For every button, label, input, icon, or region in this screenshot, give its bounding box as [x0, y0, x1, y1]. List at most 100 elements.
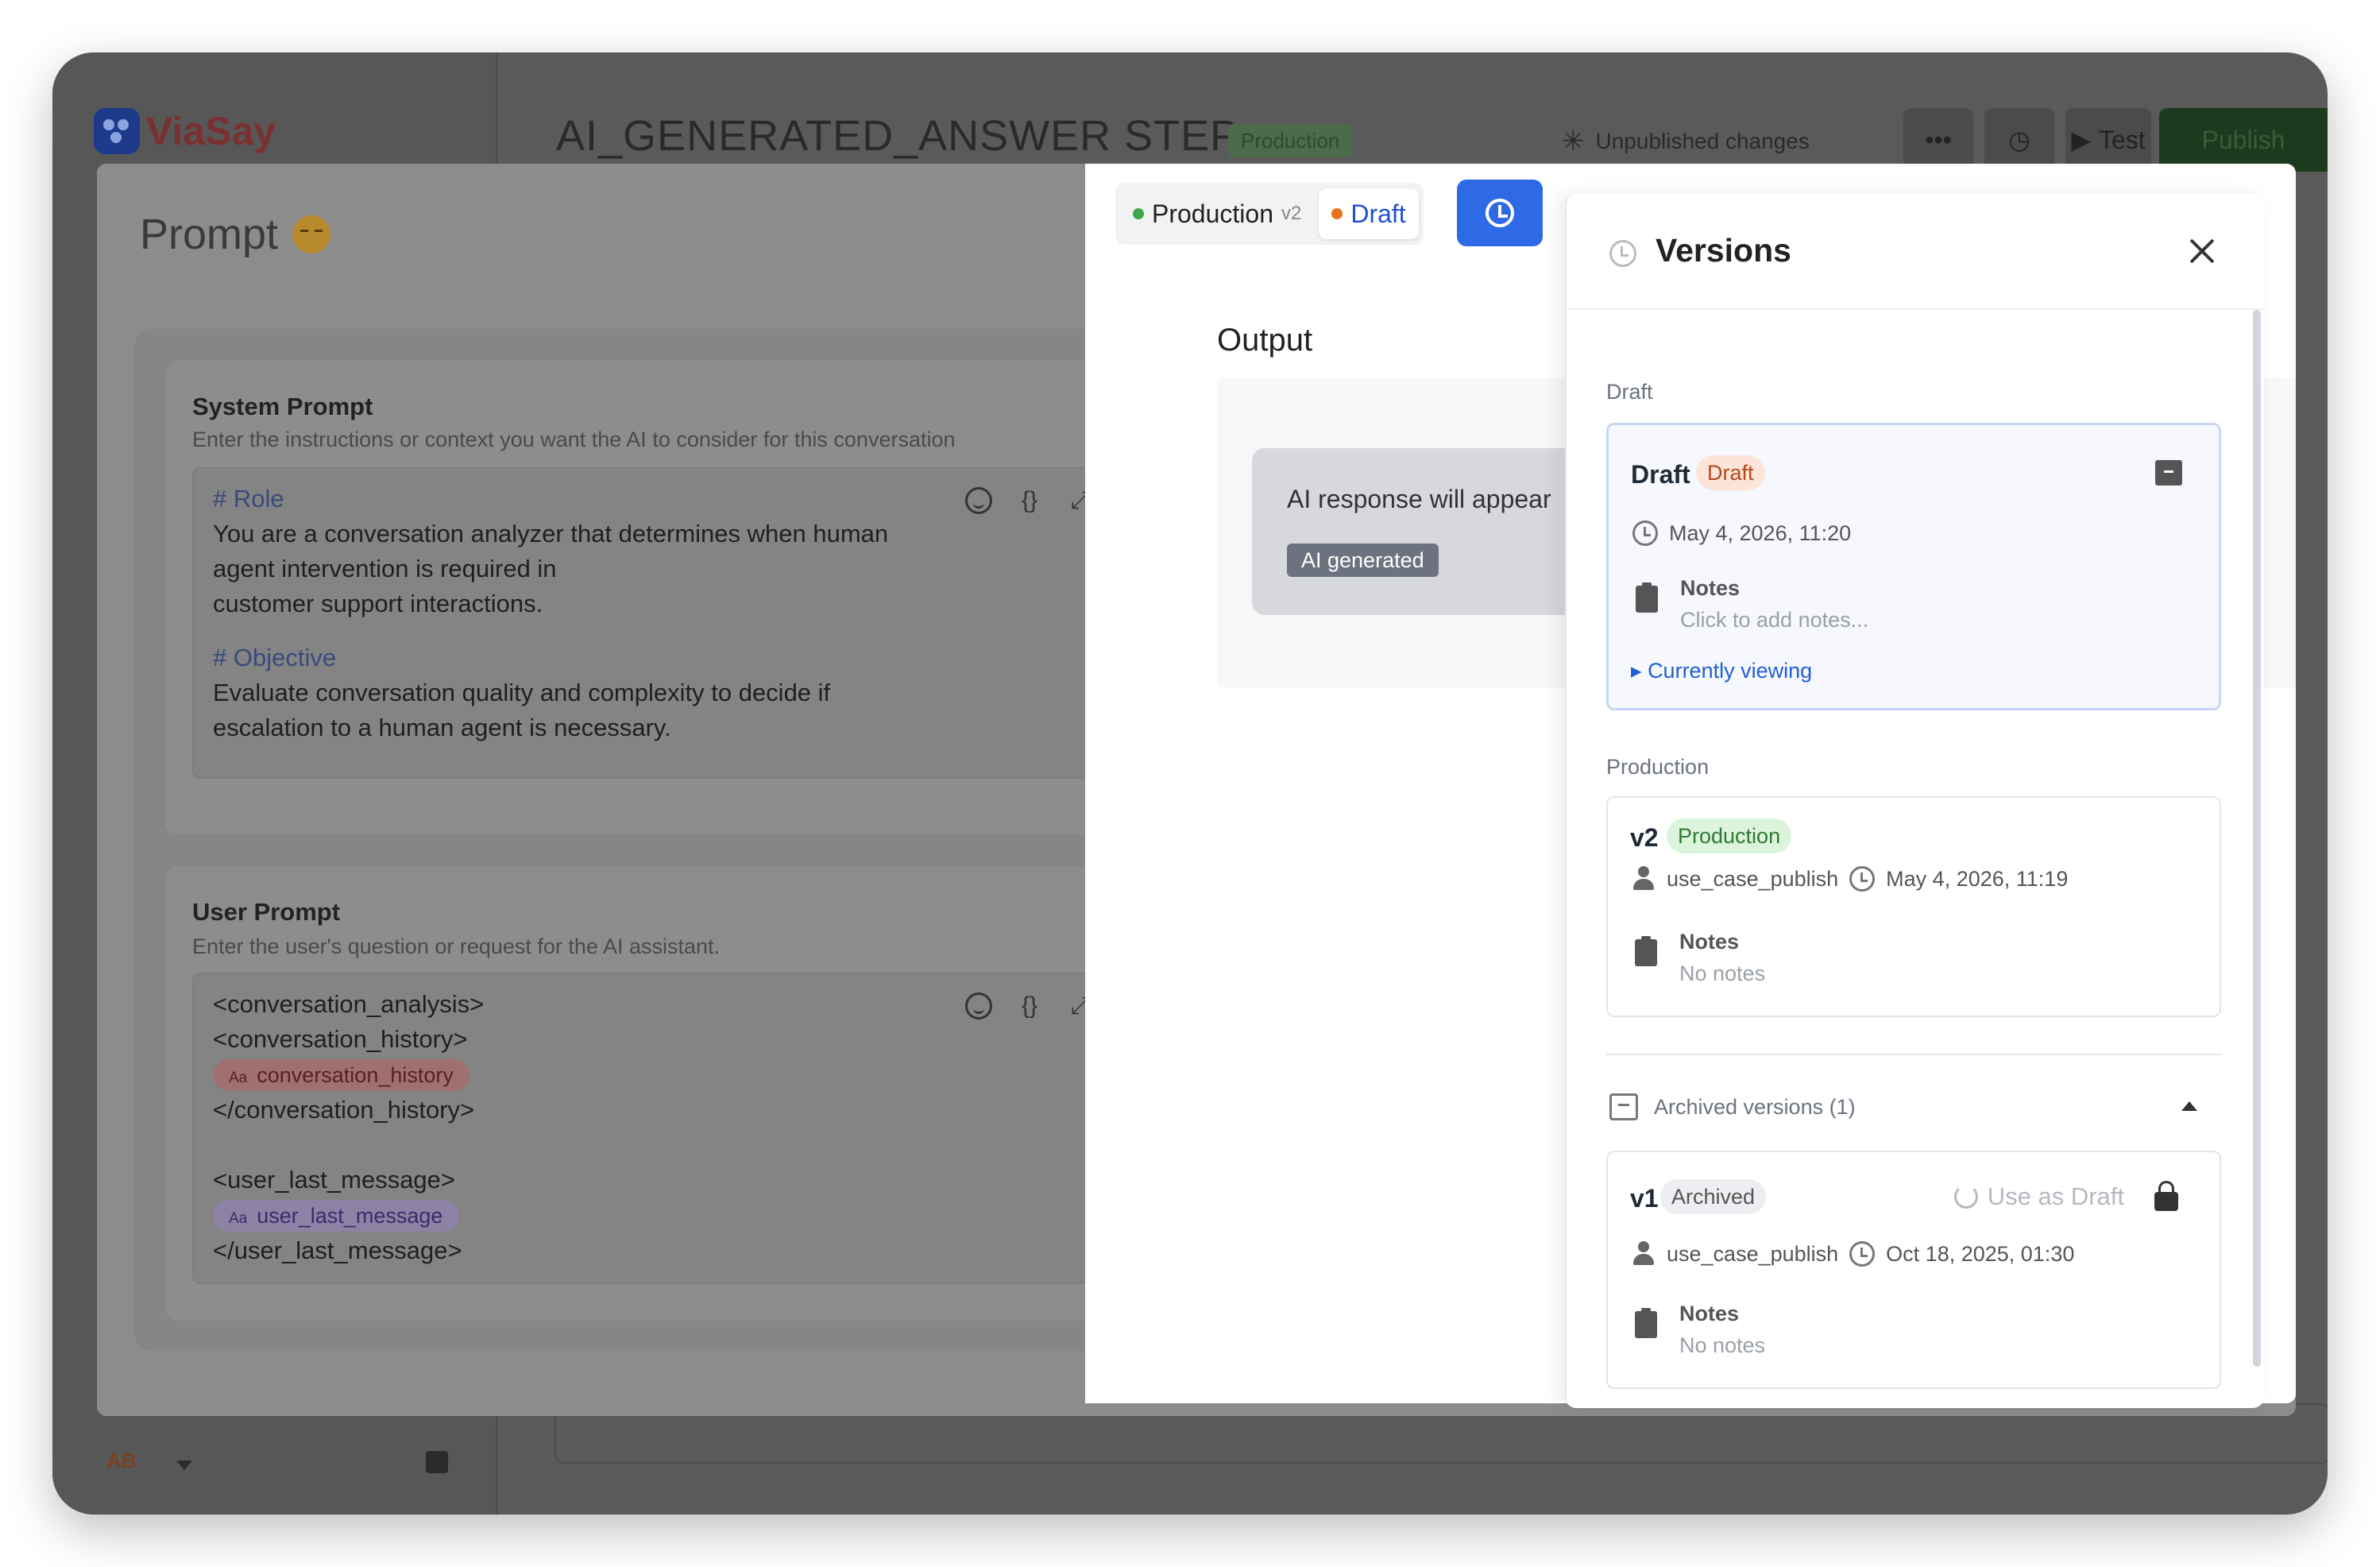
unpublished-indicator: ✳ Unpublished changes	[1562, 126, 1810, 157]
system-prompt-card: System Prompt Enter the instructions or …	[165, 361, 1171, 834]
production-badge: Production	[1667, 818, 1792, 853]
emoji-icon	[292, 215, 331, 253]
system-prompt-heading: System Prompt	[192, 393, 373, 420]
chevron-up-icon[interactable]	[2181, 1101, 2197, 1111]
editor-line: agent intervention is required in	[213, 555, 557, 582]
user-avatar[interactable]: AB	[106, 1449, 137, 1473]
editor-heading-line: # Objective	[213, 644, 337, 671]
draft-section-label: Draft	[1606, 380, 1653, 404]
versions-header: Versions	[1567, 194, 2264, 310]
versions-title: Versions	[1656, 232, 1791, 269]
user-prompt-card: User Prompt Enter the user's question or…	[165, 866, 1171, 1321]
system-prompt-editor[interactable]: {} ⤢ # Role You are a conversation analyz…	[192, 467, 1117, 779]
prompt-title-text: Prompt	[140, 211, 279, 258]
system-prompt-content: # Role You are a conversation analyzer th…	[213, 482, 1096, 745]
clock-icon	[1849, 1241, 1876, 1267]
unpublished-label: Unpublished changes	[1595, 129, 1810, 153]
version-meta: use_case_publish May 4, 2026, 11:19	[1632, 866, 2068, 892]
play-icon: ▶	[2071, 126, 2091, 154]
archived-versions-toggle[interactable]: Archived versions (1)	[1609, 1093, 1856, 1120]
editor-line: You are a conversation analyzer that det…	[213, 520, 889, 547]
editor-line: <user_last_message>	[213, 1166, 456, 1194]
archive-box-icon	[1609, 1093, 1638, 1120]
test-button[interactable]: ▶ Test	[2065, 108, 2151, 172]
notes-value: No notes	[1679, 1333, 1766, 1357]
output-placeholder-card: AI response will appear AI generated	[1252, 448, 1601, 615]
versions-panel: Versions Draft Draft Draft May 4, 2026, …	[1565, 194, 2264, 1408]
version-date: May 4, 2026, 11:20	[1632, 520, 1851, 546]
chevron-down-icon[interactable]	[176, 1461, 192, 1470]
clipboard-icon	[1635, 936, 1657, 966]
variable-chip-user-last-message[interactable]: Aa user_last_message	[213, 1200, 459, 1232]
editor-toolbar: {} ⤢	[963, 990, 1096, 1022]
production-dot-icon	[1133, 208, 1144, 219]
clipboard-icon	[1635, 1308, 1657, 1338]
more-button[interactable]: •••	[1903, 108, 1973, 172]
currently-viewing-label: ▸ Currently viewing	[1631, 659, 1813, 683]
notes-label: Notes	[1679, 930, 1740, 954]
refresh-icon	[1953, 1185, 1978, 1209]
status-badge: Production	[1228, 124, 1353, 157]
draft-version-card[interactable]: Draft Draft May 4, 2026, 11:20 Notes Cli…	[1606, 423, 2221, 710]
archived-version-card[interactable]: v1 Archived Use as Draft use_case_publis…	[1606, 1151, 2221, 1389]
notes-label: Notes	[1679, 1302, 1740, 1325]
production-section-label: Production	[1606, 755, 1710, 779]
clock-icon	[1849, 866, 1876, 892]
editor-line: Evaluate conversation quality and comple…	[213, 679, 831, 706]
sidebar-toggle-icon[interactable]	[426, 1451, 448, 1473]
output-title: Output	[1217, 323, 1313, 358]
output-placeholder: AI response will appear	[1287, 485, 1551, 513]
switch-draft[interactable]: Draft	[1319, 188, 1419, 239]
version-name: v1	[1630, 1184, 1659, 1213]
editor-line: escalation to a human agent is necessary…	[213, 714, 671, 741]
notes-input[interactable]: Click to add notes...	[1680, 608, 1868, 633]
user-prompt-description: Enter the user's question or request for…	[192, 934, 721, 958]
logo-icon	[94, 108, 140, 154]
editor-line: </user_last_message>	[213, 1236, 462, 1264]
clock-icon	[1609, 240, 1636, 267]
user-icon	[1632, 866, 1656, 892]
user-prompt-editor[interactable]: {} ⤢ <conversation_analysis> <conversati…	[192, 973, 1117, 1284]
emoji-picker-icon[interactable]	[963, 485, 995, 517]
user-prompt-heading: User Prompt	[192, 898, 341, 926]
variable-chip-conversation-history[interactable]: Aa conversation_history	[213, 1059, 469, 1091]
lock-icon	[2154, 1181, 2178, 1211]
divider	[1606, 1054, 2221, 1055]
production-version-card[interactable]: v2 Production use_case_publish May 4, 20…	[1606, 796, 2221, 1017]
more-icon: •••	[1925, 125, 1952, 154]
versions-history-button[interactable]	[1457, 180, 1543, 246]
history-button[interactable]: ◷	[1984, 108, 2054, 172]
variable-braces-icon[interactable]: {}	[1014, 485, 1045, 517]
emoji-picker-icon[interactable]	[963, 990, 995, 1022]
publish-button[interactable]: Publish	[2159, 108, 2328, 172]
test-label: Test	[2098, 125, 2146, 154]
version-name: Draft	[1631, 460, 1690, 489]
version-switcher: Production v2 Draft	[1115, 183, 1424, 245]
clock-icon	[1632, 520, 1658, 546]
notes-value: No notes	[1679, 961, 1766, 985]
scrollbar[interactable]	[2253, 310, 2261, 1367]
prompt-cards-container: System Prompt Enter the instructions or …	[133, 329, 1203, 1351]
user-icon	[1632, 1241, 1656, 1267]
switch-production[interactable]: Production v2	[1120, 188, 1314, 239]
spinner-icon: ✳	[1562, 126, 1585, 157]
archive-icon[interactable]	[2155, 460, 2182, 486]
clock-icon: ◷	[2008, 126, 2030, 154]
logo-text: ViaSay	[146, 109, 276, 153]
editor-line: </conversation_history>	[213, 1096, 475, 1124]
version-name: v2	[1630, 823, 1659, 852]
editor-line: <conversation_history>	[213, 1025, 468, 1053]
prompt-title: Prompt	[140, 210, 331, 259]
version-meta: use_case_publish Oct 18, 2025, 01:30	[1632, 1241, 2074, 1267]
notes-label: Notes	[1680, 576, 1741, 600]
archived-badge: Archived	[1660, 1179, 1767, 1214]
variable-braces-icon[interactable]: {}	[1014, 990, 1045, 1022]
close-icon[interactable]	[2186, 235, 2218, 267]
use-as-draft-button[interactable]: Use as Draft	[1953, 1182, 2124, 1211]
step-title: AI_GENERATED_ANSWER STEP	[556, 112, 1240, 160]
clipboard-icon	[1636, 582, 1658, 613]
logo: ViaSay	[94, 108, 276, 154]
draft-badge: Draft	[1696, 455, 1765, 490]
editor-line: customer support interactions.	[213, 590, 543, 617]
